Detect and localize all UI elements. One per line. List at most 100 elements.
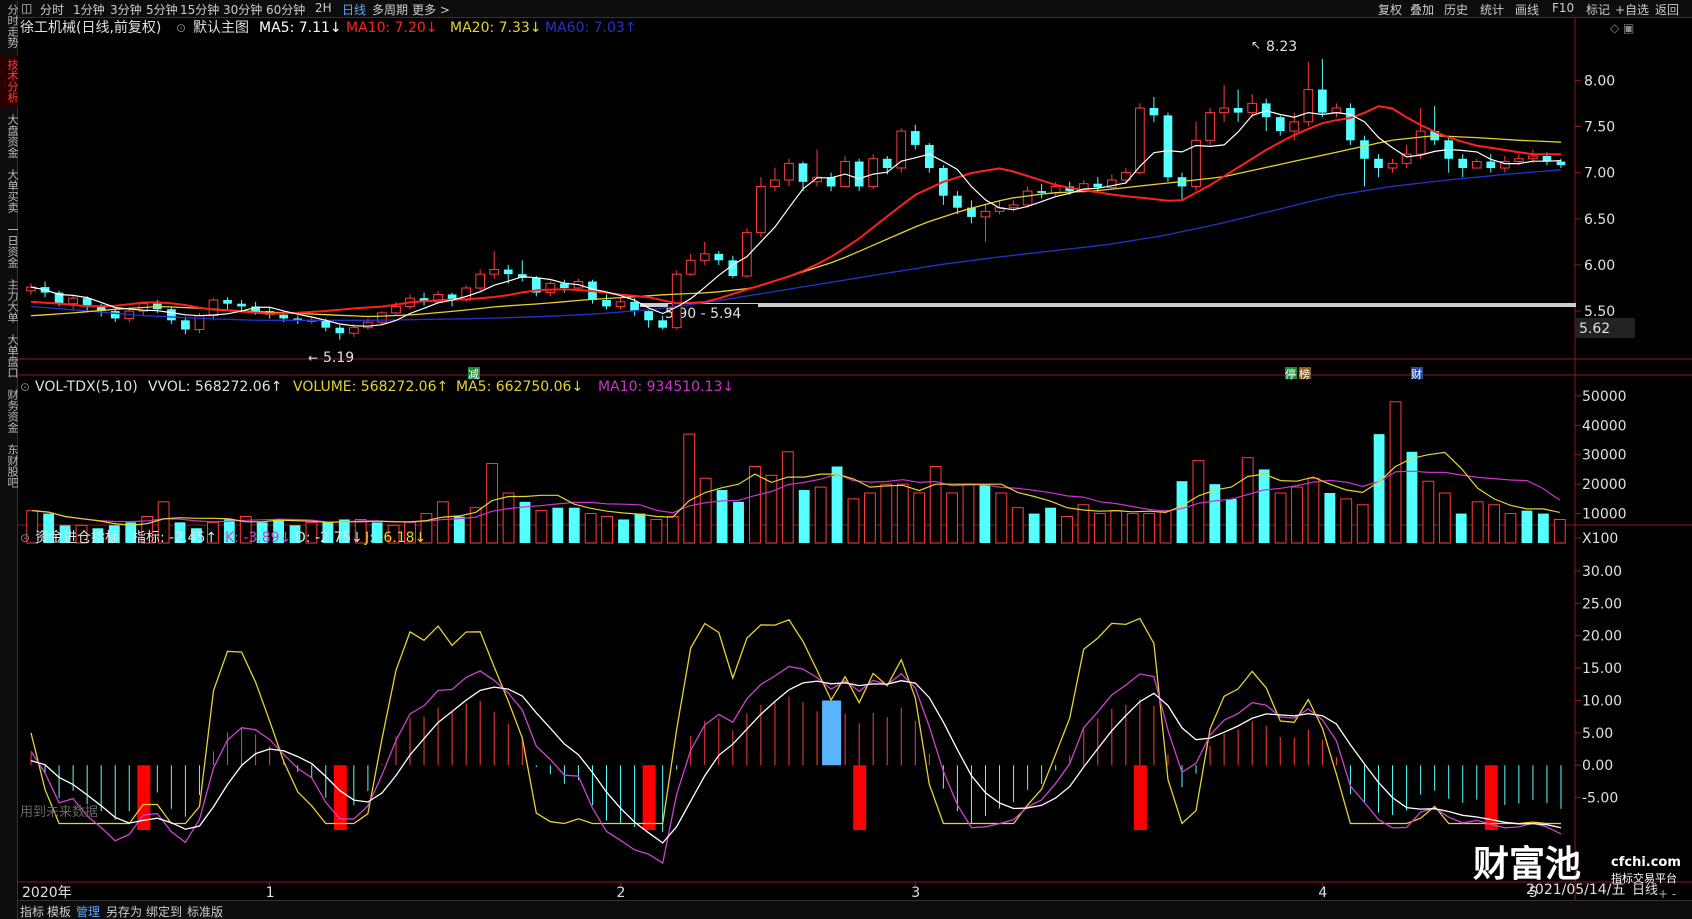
- bottom-tab-3[interactable]: 另存为: [106, 903, 142, 919]
- toolbar-7[interactable]: +自选: [1615, 1, 1649, 18]
- high-label: 8.23: [1266, 39, 1297, 55]
- candle-body-down: [167, 309, 176, 321]
- volume-bar-down: [716, 490, 728, 543]
- volume-bar-down: [1045, 507, 1057, 543]
- main-indicator-name: 默认主图: [193, 20, 249, 36]
- layout-icon[interactable]: ◫: [21, 1, 32, 15]
- bottom-tab-1[interactable]: 模板: [47, 903, 71, 919]
- bottom-tab-5[interactable]: 标准版: [187, 903, 223, 919]
- period-10[interactable]: 更多 >: [412, 1, 450, 18]
- zoom-buttons[interactable]: + -: [1658, 887, 1676, 900]
- period-6[interactable]: 60分钟: [266, 1, 305, 18]
- signal-bar-red: [642, 765, 656, 830]
- candle-body-up: [1471, 161, 1482, 169]
- candle-body-up: [1415, 130, 1426, 155]
- candle-body-up: [671, 273, 682, 329]
- price-tick-label: 5.50: [1584, 304, 1615, 320]
- volume-bar-down: [1324, 492, 1336, 543]
- left-tab-7[interactable]: 财务资金: [0, 385, 19, 437]
- volume-bar-down: [1209, 484, 1221, 543]
- vol-ma5-legend: MA5: 662750.06↓: [456, 379, 583, 395]
- volume-bar-up: [1011, 507, 1024, 544]
- candle-body-up: [1528, 155, 1538, 160]
- candle-body-down: [1556, 161, 1566, 166]
- price-tick-label: 6.00: [1584, 258, 1615, 274]
- volume-bar-up: [1110, 510, 1123, 544]
- volume-bar-up: [847, 498, 860, 544]
- toolbar-3[interactable]: 统计: [1480, 1, 1504, 18]
- panel-settings-icon[interactable]: ◇ ▣: [1610, 21, 1634, 35]
- chart-area[interactable]: 徐工机械(日线,前复权) ⊙ 默认主图 MA5: 7.11↓ MA10: 7.2…: [18, 18, 1692, 900]
- toolbar-0[interactable]: 复权: [1378, 1, 1402, 18]
- period-8[interactable]: 日线: [342, 1, 366, 18]
- candle-body-up: [1022, 190, 1033, 206]
- price-tick-label: 7.50: [1584, 119, 1615, 135]
- period-2[interactable]: 3分钟: [110, 1, 142, 18]
- period-7[interactable]: 2H: [315, 1, 332, 15]
- candle-body-up: [489, 269, 500, 275]
- candle-body-up: [784, 162, 794, 181]
- toolbar-1[interactable]: 叠加: [1410, 1, 1434, 18]
- left-tab-0[interactable]: 分时走势: [0, 0, 19, 52]
- volume-bar-up: [1504, 513, 1517, 544]
- period-0[interactable]: 分时: [40, 1, 64, 18]
- volume-bar-up: [863, 492, 876, 544]
- vvol-legend: VVOL: 568272.06↑: [148, 379, 282, 395]
- volume-bar-up: [1192, 460, 1205, 544]
- left-tab-8[interactable]: 东财股吧: [0, 440, 19, 492]
- candle-body-down: [237, 303, 246, 307]
- volume-bar-up: [781, 451, 794, 544]
- candle-body-down: [1486, 161, 1496, 168]
- left-tab-1[interactable]: 技术分析: [0, 55, 19, 107]
- toolbar-5[interactable]: F10: [1552, 1, 1574, 15]
- indicator-value: 指标: -2.45↑: [132, 530, 217, 546]
- candle-body-up: [1387, 162, 1398, 169]
- bottom-tab-4[interactable]: 绑定到: [146, 903, 182, 919]
- period-9[interactable]: 多周期: [372, 1, 408, 18]
- future-data-note: 用到未来数据: [20, 805, 98, 820]
- watermark-sub: 指标交易平台: [1611, 871, 1677, 885]
- candle-body-up: [1205, 112, 1215, 141]
- candle-body-down: [798, 163, 808, 182]
- left-tab-4[interactable]: 一日资金: [0, 220, 19, 272]
- bottom-tab-2[interactable]: 管理: [76, 903, 100, 919]
- collapse-icon[interactable]: ⊙: [176, 21, 186, 35]
- candle-body-up: [363, 321, 373, 329]
- volume-bar-up: [1471, 501, 1484, 544]
- volume-bar-up: [913, 492, 926, 544]
- period-1[interactable]: 1分钟: [73, 1, 105, 18]
- candle-body-down: [503, 269, 513, 275]
- toolbar-6[interactable]: 标记: [1586, 1, 1610, 18]
- left-tab-2[interactable]: 大盘资金: [0, 110, 19, 162]
- indicator-collapse-icon[interactable]: ⊙: [20, 531, 30, 545]
- volume-bar-up: [896, 483, 909, 544]
- period-3[interactable]: 5分钟: [146, 1, 178, 18]
- candle-body-up: [868, 158, 879, 187]
- marker-finance-label: 财: [1411, 367, 1422, 381]
- ma20-legend: MA20: 7.33↓: [450, 20, 542, 36]
- candle-body-down: [279, 314, 289, 319]
- bottom-tab-0[interactable]: 指标: [20, 903, 44, 919]
- signal-bar-red: [333, 765, 347, 830]
- toolbar-4[interactable]: 画线: [1515, 1, 1539, 18]
- period-4[interactable]: 15分钟: [180, 1, 219, 18]
- volume-bar-down: [798, 490, 810, 543]
- left-tab-5[interactable]: 主力大单: [0, 275, 19, 327]
- vol-tick-label: 40000: [1582, 418, 1627, 434]
- candle-body-up: [615, 301, 626, 307]
- candle-body-down: [644, 311, 653, 321]
- vol-ma10-legend: MA10: 934510.13↓: [598, 379, 734, 395]
- candle-body-up: [770, 179, 780, 187]
- left-tab-3[interactable]: 大单买卖: [0, 165, 19, 217]
- period-5[interactable]: 30分钟: [223, 1, 262, 18]
- volume-collapse-icon[interactable]: ⊙: [20, 380, 30, 394]
- toolbar-8[interactable]: 返回: [1655, 1, 1679, 18]
- volume-bar-up: [1143, 513, 1156, 544]
- left-tab-6[interactable]: 大单盘口: [0, 330, 19, 382]
- volume-bar-up: [1438, 492, 1451, 544]
- volume-bar-up: [880, 483, 893, 544]
- volume-value-legend: VOLUME: 568272.06↑: [293, 379, 448, 395]
- volume-bar-up: [1274, 492, 1287, 544]
- toolbar-2[interactable]: 历史: [1444, 1, 1468, 18]
- month-label: 4: [1318, 885, 1327, 900]
